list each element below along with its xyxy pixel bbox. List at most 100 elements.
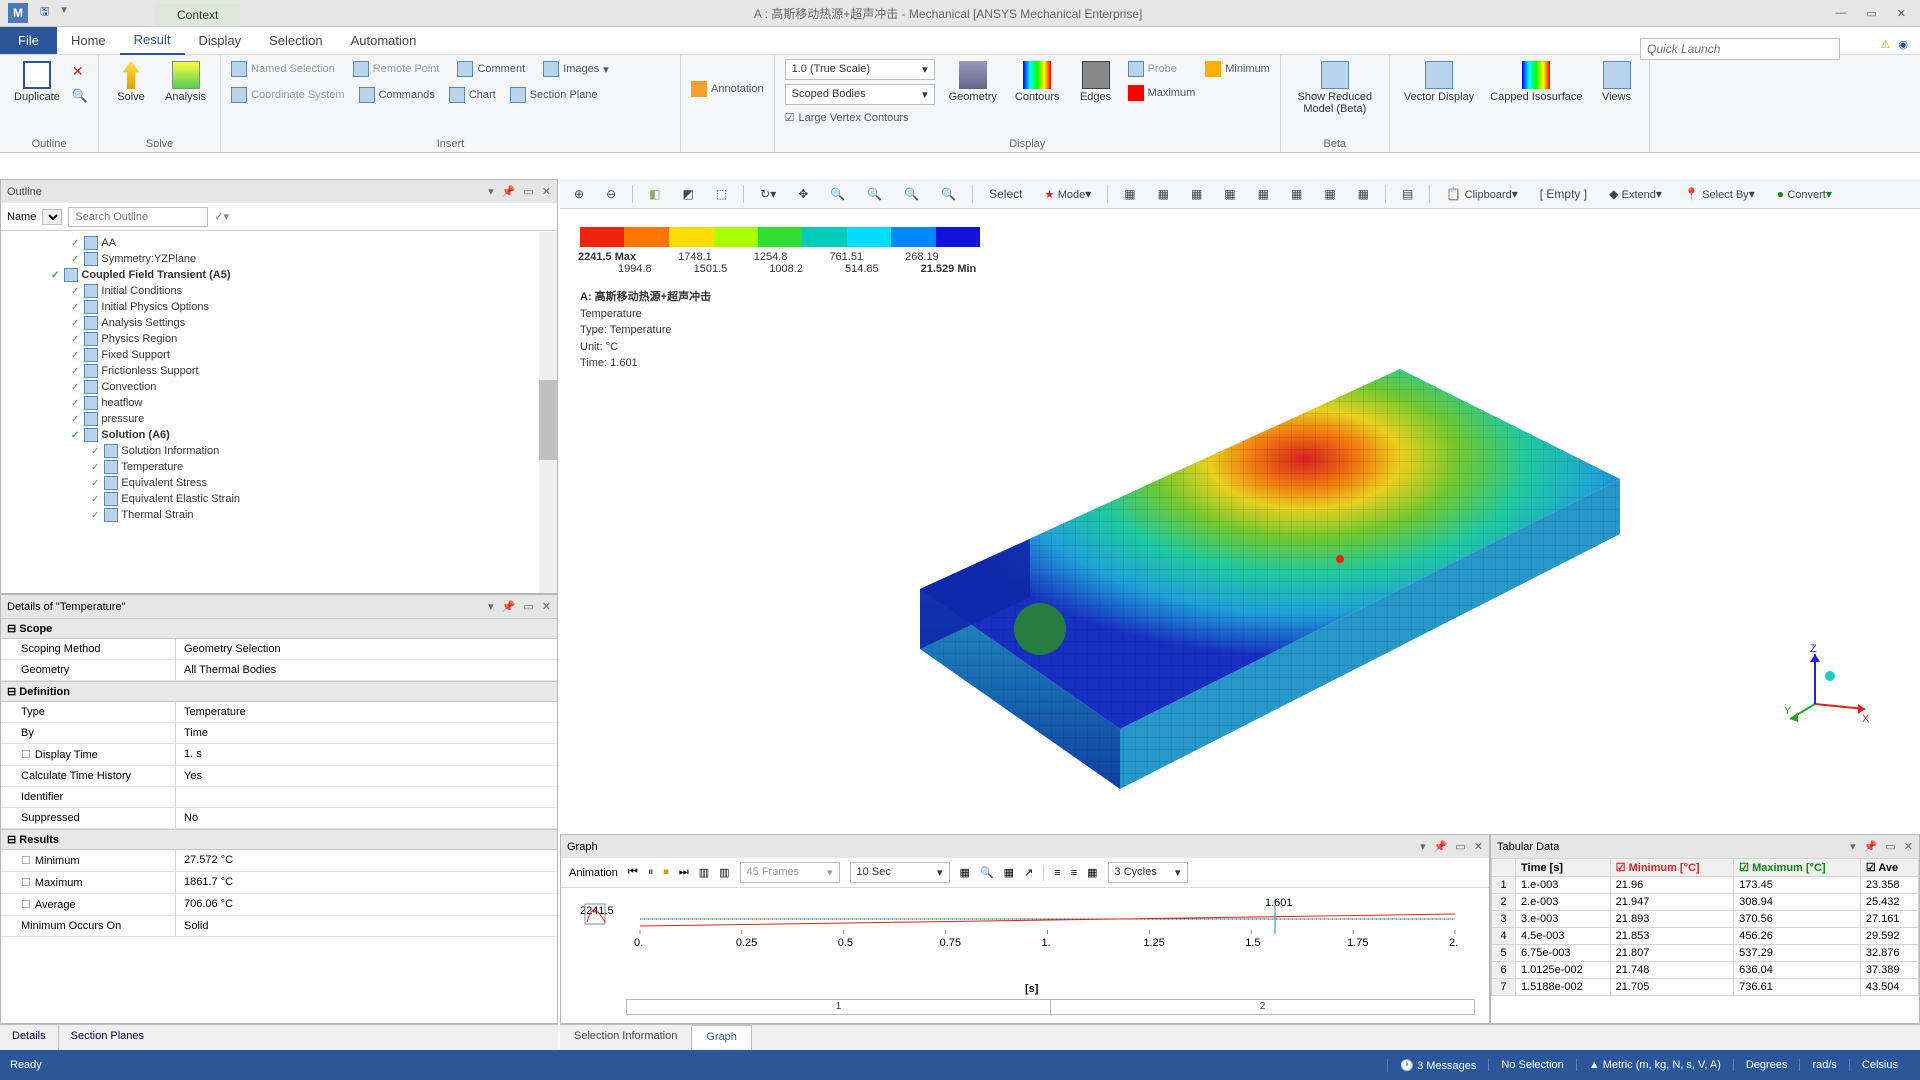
tree-item[interactable]: pressure (1, 411, 557, 427)
scrollbar-thumb[interactable] (539, 380, 557, 460)
tb-g5-icon[interactable]: ▦ (1252, 185, 1275, 203)
g-tb4-icon[interactable]: ↗ (1024, 866, 1033, 879)
comment-button[interactable]: Comment (457, 59, 525, 79)
tab-automation[interactable]: Automation (337, 27, 431, 54)
scoped-dropdown[interactable]: Scoped Bodies▾ (785, 84, 935, 105)
type-value[interactable]: Temperature (176, 702, 557, 722)
tb-zoom3-icon[interactable]: 🔍 (898, 185, 925, 203)
table-row[interactable]: 22.e-00321.947308.9425.432 (1492, 894, 1919, 911)
display-time-value[interactable]: 1. s (176, 744, 557, 765)
tab-section-planes[interactable]: Section Planes (59, 1025, 156, 1050)
tb-zoom-out-icon[interactable]: ⊖ (600, 185, 622, 203)
cat-definition[interactable]: ⊟ Definition (1, 681, 557, 702)
minimum-button[interactable]: Minimum (1205, 59, 1270, 79)
probe-button[interactable]: Probe (1128, 59, 1196, 79)
pane-max-icon[interactable]: ▭ (1885, 840, 1895, 853)
mesh-plot[interactable] (860, 329, 1620, 799)
anim-last-icon[interactable]: ⏭ (679, 866, 689, 879)
g-tb6-icon[interactable]: ≡ (1071, 867, 1077, 879)
chart-button[interactable]: Chart (449, 85, 496, 105)
table-row[interactable]: 11.e-00321.96173.4523.358 (1492, 877, 1919, 894)
find-icon[interactable]: 🔍 (72, 88, 88, 104)
outline-tree[interactable]: AASymmetry:YZPlaneCoupled Field Transien… (1, 231, 557, 593)
edges-button[interactable]: Edges (1074, 59, 1118, 126)
tree-item[interactable]: Equivalent Elastic Strain (1, 491, 557, 507)
dropdown-icon[interactable]: ▾ (61, 3, 67, 23)
pane-max-icon[interactable]: ▭ (523, 600, 533, 613)
tree-item[interactable]: Fixed Support (1, 347, 557, 363)
tb-wire-icon[interactable]: ◩ (676, 185, 699, 203)
tree-item[interactable]: Analysis Settings (1, 315, 557, 331)
table-row[interactable]: 56.75e-00321.807537.2932.876 (1492, 945, 1919, 962)
scale-dropdown[interactable]: 1.0 (True Scale)▾ (785, 59, 935, 80)
search-expand-icon[interactable]: ✓▾ (214, 210, 229, 223)
g-tb7-icon[interactable]: ▦ (1087, 866, 1097, 879)
sec-dropdown[interactable]: 10 Sec▾ (850, 862, 950, 883)
remote-point-button[interactable]: Remote Point (353, 59, 440, 79)
tree-item[interactable]: Thermal Strain (1, 507, 557, 523)
commands-button[interactable]: Commands (359, 85, 435, 105)
tree-item[interactable]: Symmetry:YZPlane (1, 251, 557, 267)
tree-item[interactable]: heatflow (1, 395, 557, 411)
images-button[interactable]: Images▾ (543, 59, 609, 79)
pane-pin-icon[interactable]: 📌 (1434, 840, 1448, 853)
graph-slider[interactable]: 1 2 (626, 999, 1475, 1015)
table-row[interactable]: 33.e-00321.893370.5627.161 (1492, 911, 1919, 928)
contours-button[interactable]: Contours (1011, 59, 1064, 126)
maximize-button[interactable]: ▭ (1866, 7, 1876, 20)
anim-pause-icon[interactable]: ⏸ (648, 866, 654, 879)
coord-system-button[interactable]: Coordinate System (231, 85, 345, 105)
help-icon[interactable]: ⚠ (1881, 38, 1891, 51)
status-messages[interactable]: 🕐 3 Messages (1387, 1059, 1488, 1072)
tb-pan-icon[interactable]: ✥ (792, 185, 814, 203)
pane-pin-icon[interactable]: 📌 (1864, 840, 1878, 853)
tab-details[interactable]: Details (0, 1025, 59, 1050)
analysis-button[interactable]: Analysis (161, 59, 210, 105)
col-ave[interactable]: ☑ Ave (1860, 859, 1918, 877)
tabular-table[interactable]: Time [s] ☑ Minimum [°C] ☑ Maximum [°C] ☑… (1491, 858, 1919, 996)
tree-item[interactable]: Convection (1, 379, 557, 395)
capped-iso-button[interactable]: Capped Isosurface (1486, 59, 1586, 105)
anim-opt1-icon[interactable]: ▥ (699, 866, 709, 879)
graph-plot[interactable]: 2241.5 1.601 0.0.250.50.751.1.251.51.752… (561, 888, 1489, 1023)
display-time-key[interactable]: Display Time (1, 744, 176, 765)
anim-stop-icon[interactable]: ⏹ (663, 866, 669, 879)
table-row[interactable]: 61.0125e-00221.748636.0437.389 (1492, 962, 1919, 979)
g-tb2-icon[interactable]: 🔍 (980, 866, 994, 879)
tree-item[interactable]: Solution Information (1, 443, 557, 459)
minimize-button[interactable]: — (1835, 7, 1846, 20)
tb-g2-icon[interactable]: ▦ (1152, 185, 1175, 203)
tab-graph[interactable]: Graph (691, 1025, 752, 1050)
tb-zoom-in-icon[interactable]: ⊕ (568, 185, 590, 203)
tree-item[interactable]: Initial Physics Options (1, 299, 557, 315)
delete-icon[interactable]: ✕ (72, 63, 88, 80)
tab-result[interactable]: Result (120, 26, 185, 55)
col-rownum[interactable] (1492, 859, 1516, 877)
close-button[interactable]: ✕ (1897, 7, 1906, 20)
tab-selection[interactable]: Selection (255, 27, 336, 54)
tb-misc2-icon[interactable]: ▤ (1396, 185, 1419, 203)
status-units[interactable]: ▲ Metric (m, kg, N, s, V, A) (1576, 1059, 1733, 1071)
tab-selection-info[interactable]: Selection Information (560, 1025, 691, 1050)
vector-display-button[interactable]: Vector Display (1400, 59, 1478, 105)
pane-max-icon[interactable]: ▭ (1455, 840, 1465, 853)
pane-menu-icon[interactable]: ▾ (488, 600, 494, 613)
g-tb1-icon[interactable]: ▦ (960, 866, 970, 879)
g-tb5-icon[interactable]: ≡ (1054, 867, 1060, 879)
solve-button[interactable]: Solve (109, 59, 153, 105)
name-dropdown[interactable] (42, 209, 62, 225)
tb-g6-icon[interactable]: ▦ (1285, 185, 1308, 203)
tb-g4-icon[interactable]: ▦ (1218, 185, 1241, 203)
large-vertex-check[interactable]: ☑Large Vertex Contours (785, 109, 935, 126)
pane-pin-icon[interactable]: 📌 (502, 600, 516, 613)
tree-item[interactable]: Physics Region (1, 331, 557, 347)
anim-opt2-icon[interactable]: ▥ (719, 866, 729, 879)
table-row[interactable]: 44.5e-00321.853456.2629.592 (1492, 928, 1919, 945)
tb-g8-icon[interactable]: ▦ (1352, 185, 1375, 203)
anim-first-icon[interactable]: ⏮ (628, 866, 638, 879)
section-plane-button[interactable]: Section Plane (510, 85, 598, 105)
col-time[interactable]: Time [s] (1516, 859, 1611, 877)
tb-g1-icon[interactable]: ▦ (1118, 185, 1141, 203)
extend-button[interactable]: ◆ Extend▾ (1603, 185, 1668, 203)
axis-triad[interactable]: X Y Z (1780, 644, 1870, 734)
